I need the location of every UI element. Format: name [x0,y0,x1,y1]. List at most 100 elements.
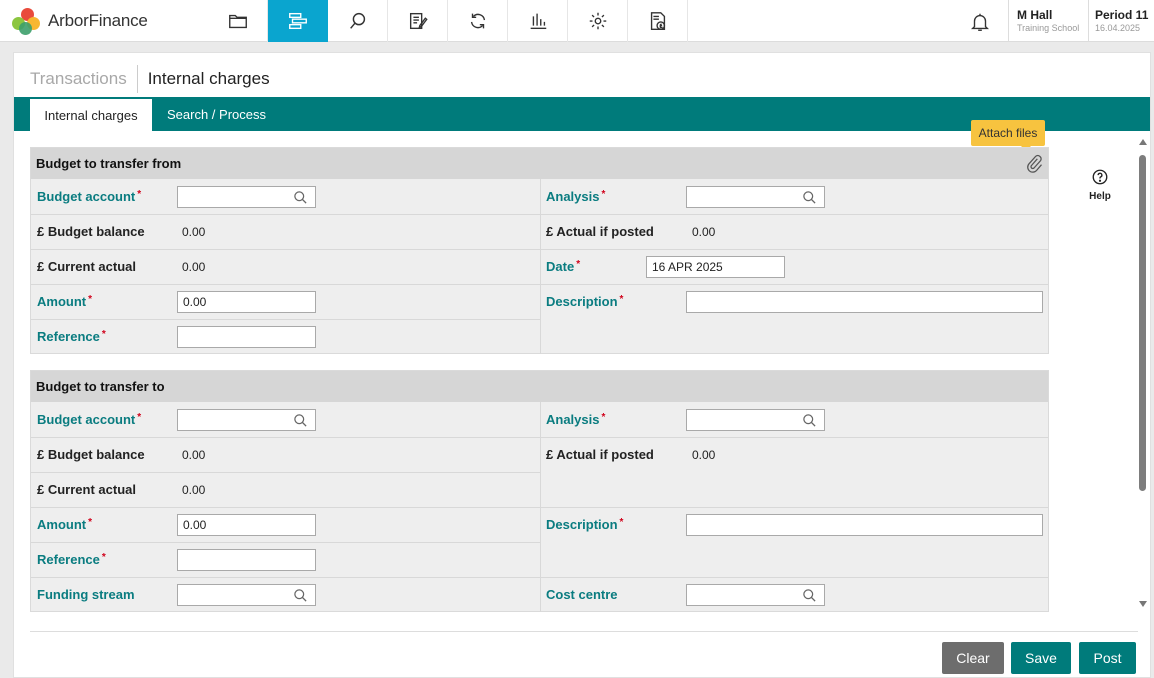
search-icon[interactable] [802,588,817,603]
cost-centre-label: Cost centre [546,587,618,602]
from-reference-input[interactable] [177,325,316,348]
from-analysis-row: Analysis * [540,179,1048,214]
to-analysis-input[interactable] [686,408,825,431]
from-reference-row: Reference * [31,319,540,354]
funding-stream-label: Funding stream [37,587,135,602]
scrollbar-thumb[interactable] [1139,155,1146,491]
reference-label: Reference * [37,552,106,567]
brand-name: ArborFinance [48,11,148,30]
user-school: Training School [1017,23,1080,33]
description-label: Description * [546,517,624,532]
from-actual-if-posted-value: 0.00 [692,224,716,239]
to-budget-balance-row: £ Budget balance 0.00 [31,437,540,472]
search-icon[interactable] [802,190,817,205]
current-actual-label: £ Current actual [37,259,136,274]
edit-document-icon [409,12,428,30]
from-date-input[interactable]: 16 APR 2025 [646,255,785,278]
to-actual-if-posted-value: 0.00 [692,447,716,462]
to-reference-row: Reference * [31,542,540,577]
notifications-button[interactable] [962,8,998,36]
amount-label: Amount * [37,517,93,532]
from-budget-account-input[interactable] [177,185,316,208]
nav-reports[interactable] [508,0,568,42]
bell-icon [971,13,989,31]
search-icon[interactable] [293,190,308,205]
to-funding-stream-input[interactable] [177,583,316,606]
from-budget-balance-value: 0.00 [182,224,206,239]
scroll-up-arrow[interactable] [1139,139,1147,145]
section-title: Budget to transfer from [31,148,1048,179]
scroll-down-arrow[interactable] [1139,601,1147,607]
tab-internal-charges[interactable]: Internal charges [30,99,152,131]
period-label: Period 11 [1095,8,1149,22]
arbor-logo[interactable]: ArborFinance [12,8,148,35]
section-title: Budget to transfer to [31,371,1048,402]
to-analysis-row: Analysis * [540,402,1048,437]
refresh-cycle-icon [470,13,485,29]
nav-folder[interactable] [208,0,268,42]
from-actual-if-posted-row: £ Actual if posted 0.00 [540,214,1048,249]
period-date: 16.04.2025 [1095,23,1141,33]
nav-transactions[interactable] [268,0,328,42]
to-cost-centre-row: Cost centre [540,577,1048,612]
breadcrumb-transactions[interactable]: Transactions [30,65,138,93]
breadcrumb: Transactions Internal charges [30,65,270,93]
to-cost-centre-input[interactable] [686,583,825,606]
to-budget-account-input[interactable] [177,408,316,431]
to-amount-input[interactable]: 0.00 [177,513,316,536]
help-button[interactable]: Help [1080,168,1120,202]
search-icon[interactable] [293,413,308,428]
main-panel: Transactions Internal charges Internal c… [13,52,1151,678]
to-actual-if-posted-row: £ Actual if posted 0.00 [540,437,1048,472]
from-analysis-input[interactable] [686,185,825,208]
to-current-actual-row: £ Current actual 0.00 [31,472,540,507]
search-icon[interactable] [293,588,308,603]
analysis-label: Analysis * [546,412,606,427]
save-button[interactable]: Save [1011,642,1071,674]
tab-search-process[interactable]: Search / Process [167,97,266,131]
from-current-actual-row: £ Current actual 0.00 [31,249,540,284]
to-reference-input[interactable] [177,548,316,571]
help-label: Help [1089,191,1111,202]
user-name: M Hall [1017,8,1053,22]
to-current-actual-value: 0.00 [182,482,206,497]
period-selector[interactable]: Period 11 16.04.2025 [1088,0,1154,42]
nav-refresh[interactable] [448,0,508,42]
budget-balance-label: £ Budget balance [37,224,145,239]
from-budget-account-row: Budget account * [31,179,540,214]
date-label: Date * [546,259,581,274]
to-budget-balance-value: 0.00 [182,447,206,462]
invoice-pound-icon [650,12,665,30]
to-description-row: Description * [540,507,1048,542]
attach-files-tooltip: Attach files [971,120,1045,151]
vertical-scrollbar[interactable] [1139,139,1147,611]
to-amount-row: Amount * 0.00 [31,507,540,542]
actual-if-posted-label: £ Actual if posted [546,447,654,462]
current-actual-label: £ Current actual [37,482,136,497]
paperclip-icon[interactable] [1024,153,1044,173]
nav-search[interactable] [328,0,388,42]
from-description-input[interactable] [686,290,1043,313]
nav-settings[interactable] [568,0,628,42]
clear-button[interactable]: Clear [942,642,1004,674]
nav-edit[interactable] [388,0,448,42]
from-amount-input[interactable]: 0.00 [177,290,316,313]
arbor-logo-icon [12,8,42,35]
nav-invoices[interactable] [628,0,688,42]
search-icon[interactable] [802,413,817,428]
search-icon [349,12,365,29]
from-amount-row: Amount * 0.00 [31,284,540,319]
to-description-input[interactable] [686,513,1043,536]
transfer-from-section: Budget to transfer from Budget account * … [30,147,1049,354]
budget-account-label: Budget account * [37,189,142,204]
main-nav [208,0,688,42]
footer-divider [30,631,1138,632]
user-menu[interactable]: M Hall Training School [1008,0,1088,42]
post-button[interactable]: Post [1079,642,1136,674]
top-bar: ArborFinance M Hall Training School Peri… [0,0,1154,42]
transfer-to-title: Budget to transfer to [36,379,165,394]
to-funding-stream-row: Funding stream [31,577,540,612]
budget-account-label: Budget account * [37,412,142,427]
analysis-label: Analysis * [546,189,606,204]
actual-if-posted-label: £ Actual if posted [546,224,654,239]
